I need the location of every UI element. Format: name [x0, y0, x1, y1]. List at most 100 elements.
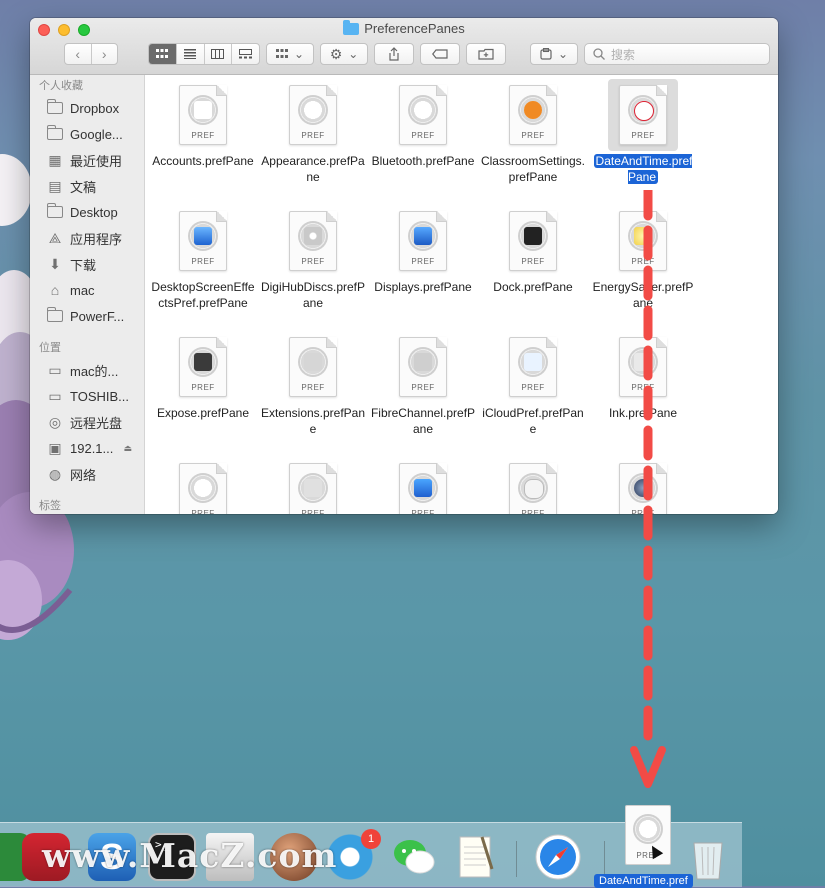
- folder-icon: [46, 307, 63, 322]
- file-item[interactable]: PREF DesktopScreenEffectsPref.prefPane: [148, 205, 258, 311]
- pref-label: PREF: [191, 131, 215, 140]
- sidebar-item[interactable]: ⬇ 下载: [30, 251, 144, 277]
- pref-label: PREF: [411, 257, 435, 266]
- file-name-label: Bluetooth.prefPane: [368, 153, 478, 169]
- chevron-left-icon: ‹: [75, 46, 81, 62]
- folder-icon: [46, 125, 63, 140]
- sidebar-item-label: 192.1...: [70, 440, 114, 456]
- search-placeholder: 搜索: [611, 47, 636, 62]
- back-button[interactable]: ‹: [65, 44, 91, 64]
- file-item[interactable]: PREF Displays.prefPane: [368, 205, 478, 295]
- column-view-button[interactable]: [203, 44, 232, 64]
- file-item[interactable]: PREF: [258, 457, 368, 514]
- sidebar-item-label: Dropbox: [70, 100, 120, 116]
- file-item[interactable]: PREF Extensions.prefPane: [258, 331, 368, 437]
- sidebar-item[interactable]: PowerF...: [30, 303, 144, 329]
- prefpane-file-icon: PREF: [179, 85, 227, 145]
- forward-button[interactable]: ›: [90, 44, 118, 64]
- sidebar-item[interactable]: Google...: [30, 121, 144, 147]
- sidebar-item-label: 远程光盘: [70, 415, 123, 431]
- prefpane-file-icon: PREF: [289, 337, 337, 397]
- eject-icon[interactable]: ⏏: [123, 443, 132, 454]
- grid-icon: [275, 49, 288, 58]
- server-icon: ▣: [48, 439, 62, 456]
- sidebar-item[interactable]: ◎ 远程光盘: [30, 409, 144, 435]
- pref-label: PREF: [191, 257, 215, 266]
- sidebar-item-label: 网络: [70, 467, 97, 483]
- file-item[interactable]: PREF: [148, 457, 258, 514]
- gallery-view-button[interactable]: [231, 44, 259, 64]
- pane-badge-icon: [634, 101, 654, 121]
- file-name-text: Bluetooth.prefPane: [371, 154, 475, 168]
- sidebar-item-label: Google...: [70, 126, 123, 142]
- action-menu-button[interactable]: ⚙ ⌄: [320, 43, 368, 65]
- file-item[interactable]: PREF Accounts.prefPane: [148, 79, 258, 169]
- sidebar-item[interactable]: ▦ 最近使用: [30, 147, 144, 173]
- pane-badge-icon: [524, 479, 544, 499]
- pref-label: PREF: [301, 257, 325, 266]
- sidebar-item-label: mac: [70, 282, 95, 298]
- sidebar-item[interactable]: ▭ mac的...: [30, 357, 144, 383]
- file-item[interactable]: PREF Bluetooth.prefPane: [368, 79, 478, 169]
- tag-icon: [432, 49, 448, 59]
- sidebar-item[interactable]: ▭ TOSHIB...: [30, 383, 144, 409]
- sidebar-item[interactable]: ◍ 网络: [30, 461, 144, 487]
- file-item[interactable]: PREF DateAndTime.prefPane: [588, 79, 698, 185]
- chevron-right-icon: ›: [101, 46, 107, 62]
- file-icon-grid: PREF Accounts.prefPane PREF Appearance.pref…: [145, 75, 778, 514]
- file-name-label: iCloudPref.prefPane: [478, 405, 588, 437]
- new-folder-button[interactable]: [466, 43, 506, 65]
- file-item[interactable]: PREF: [478, 457, 588, 514]
- textedit-icon[interactable]: [452, 833, 500, 881]
- gear-icon: ⚙: [329, 46, 343, 62]
- home-icon: ⌂: [50, 282, 60, 298]
- file-item[interactable]: PREF Dock.prefPane: [478, 205, 588, 295]
- file-name-label: Dock.prefPane: [478, 279, 588, 295]
- wechat-icon[interactable]: [390, 833, 438, 881]
- notification-badge: 1: [361, 829, 381, 849]
- file-name-text: Dock.prefPane: [493, 280, 573, 294]
- pref-label: PREF: [631, 131, 655, 140]
- pref-label: PREF: [411, 131, 435, 140]
- share-button[interactable]: [374, 43, 414, 65]
- sidebar-item[interactable]: ▣ 192.1... ⏏: [30, 435, 144, 461]
- file-item[interactable]: PREF: [368, 457, 478, 514]
- group-by-button[interactable]: ⌄: [266, 43, 314, 65]
- recents-icon: ▦: [48, 151, 62, 168]
- search-field[interactable]: 搜索: [584, 43, 770, 65]
- safari-icon[interactable]: [534, 833, 582, 881]
- file-item[interactable]: PREF iCloudPref.prefPane: [478, 331, 588, 437]
- file-name-label: Expose.prefPane: [148, 405, 258, 421]
- network-icon: ◍: [48, 465, 62, 482]
- pref-label: PREF: [411, 383, 435, 392]
- dropbox-menu-button[interactable]: ⌄: [530, 43, 578, 65]
- file-item[interactable]: PREF Appearance.prefPane: [258, 79, 368, 185]
- file-item[interactable]: PREF ClassroomSettings.prefPane: [478, 79, 588, 185]
- icon-view-button[interactable]: [149, 44, 176, 64]
- chevron-down-icon: ⌄: [293, 47, 305, 61]
- dragged-preference-pane[interactable]: PREF: [625, 805, 671, 865]
- sidebar-item-label: Desktop: [70, 204, 118, 220]
- gear-icon: [298, 95, 328, 125]
- view-mode-control: [148, 43, 260, 65]
- file-item[interactable]: PREF Expose.prefPane: [148, 331, 258, 421]
- sidebar-item[interactable]: ⌂ mac: [30, 277, 144, 303]
- pane-badge-icon: [194, 353, 212, 371]
- file-name-label: DateAndTime.prefPane: [588, 153, 698, 185]
- file-item[interactable]: PREF DigiHubDiscs.prefPane: [258, 205, 368, 311]
- prefpane-file-icon: PREF: [289, 211, 337, 271]
- pane-badge-icon: [304, 479, 322, 497]
- file-item[interactable]: PREF FibreChannel.prefPane: [368, 331, 478, 437]
- sidebar-item[interactable]: ▤ 文稿: [30, 173, 144, 199]
- edit-tags-button[interactable]: [420, 43, 460, 65]
- documents-icon: ▤: [48, 177, 62, 194]
- list-view-button[interactable]: [175, 44, 204, 64]
- pref-label: PREF: [521, 131, 545, 140]
- new-folder-icon: [478, 48, 494, 60]
- sidebar-item[interactable]: Dropbox: [30, 95, 144, 121]
- sidebar-item[interactable]: ⟁ 应用程序: [30, 225, 144, 251]
- file-name-label: Displays.prefPane: [368, 279, 478, 295]
- sidebar-item-label: 文稿: [70, 179, 97, 195]
- drag-direction-arrow: [630, 190, 666, 788]
- sidebar-item[interactable]: Desktop: [30, 199, 144, 225]
